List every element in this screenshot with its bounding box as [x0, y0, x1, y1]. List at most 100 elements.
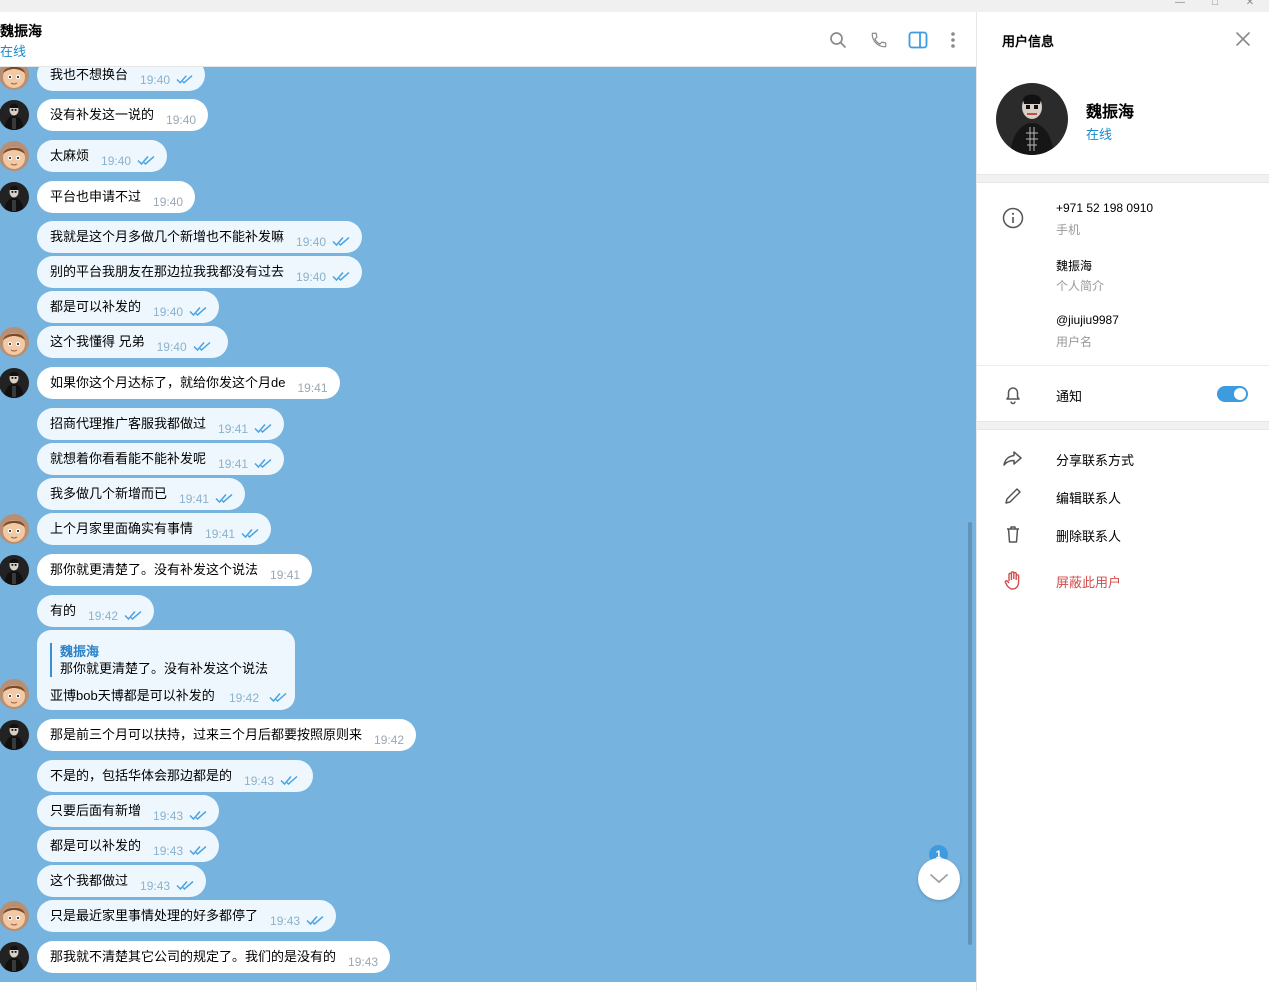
- section-divider: [977, 174, 1269, 183]
- scroll-down-button[interactable]: [918, 858, 960, 900]
- message-time: 19:40: [296, 270, 327, 284]
- reply-quote-text: 那你就更清楚了。没有补发这个说法: [60, 661, 269, 676]
- message-bubble[interactable]: 我就是这个月多做几个新增也不能补发嘛 19:40: [37, 221, 362, 253]
- message-bubble[interactable]: 那你就更清楚了。没有补发这个说法 19:41: [37, 554, 312, 586]
- divider: [977, 365, 1269, 366]
- message-text: 这个我懂得 兄弟: [50, 333, 145, 349]
- message-bubble[interactable]: 太麻烦 19:40: [37, 140, 167, 172]
- sidebar-toggle-icon[interactable]: [907, 29, 929, 51]
- phone-icon[interactable]: [868, 29, 890, 51]
- window-titlebar: — □ ✕: [0, 0, 1269, 12]
- message-text: 只要后面有新增: [50, 802, 142, 818]
- message-bubble[interactable]: 这个我懂得 兄弟 19:40: [37, 326, 228, 358]
- message-bubble[interactable]: 不是的，包括华体会那边都是的 19:43: [37, 760, 313, 792]
- profile-avatar[interactable]: [996, 83, 1068, 155]
- read-ticks-icon: [254, 423, 272, 434]
- message-text: 我多做几个新增而已: [50, 485, 168, 501]
- message-time: 19:41: [218, 457, 249, 471]
- contact-avatar[interactable]: [0, 182, 29, 212]
- message-time: 19:42: [88, 609, 119, 623]
- message-bubble[interactable]: 这个我都做过 19:43: [37, 865, 206, 897]
- message-time: 19:43: [153, 844, 184, 858]
- delete-contact-button[interactable]: 删除联系人: [1056, 526, 1121, 545]
- message-bubble[interactable]: 我多做几个新增而已 19:41: [37, 478, 245, 510]
- message-text: 都是可以补发的: [50, 298, 142, 314]
- search-icon[interactable]: [827, 29, 849, 51]
- message-bubble[interactable]: 招商代理推广客服我都做过 19:41: [37, 408, 284, 440]
- message-bubble[interactable]: 平台也申请不过 19:40: [37, 181, 195, 213]
- my-avatar[interactable]: [0, 901, 29, 931]
- message-text: 太麻烦: [50, 147, 90, 163]
- message-text: 平台也申请不过: [50, 188, 142, 204]
- my-avatar[interactable]: [0, 679, 29, 709]
- username-value[interactable]: @jiujiu9987: [1056, 313, 1119, 327]
- read-ticks-icon: [137, 155, 155, 166]
- message-bubble[interactable]: 那是前三个月可以扶持，过来三个月后都要按照原则来 19:42: [37, 719, 416, 751]
- maximize-button[interactable]: □: [1200, 0, 1230, 9]
- profile-status: 在线: [1086, 127, 1113, 142]
- section-divider: [977, 421, 1269, 430]
- window-close-button[interactable]: ✕: [1235, 0, 1265, 9]
- contact-avatar[interactable]: [0, 942, 29, 972]
- message-list[interactable]: 魏振海 那你就更清楚了。没有补发这个说法 亚博bob天博都是可以补发的 19:4…: [0, 67, 976, 982]
- read-ticks-icon: [189, 306, 207, 317]
- edit-contact-button[interactable]: 编辑联系人: [1056, 488, 1121, 507]
- read-ticks-icon: [189, 845, 207, 856]
- chevron-down-icon: [930, 874, 948, 884]
- message-bubble[interactable]: 那我就不清楚其它公司的规定了。我们的是没有的 19:43: [37, 941, 390, 973]
- trash-icon: [1007, 526, 1019, 543]
- message-text: 上个月家里面确实有事情: [50, 520, 194, 536]
- info-icon: [1002, 207, 1024, 229]
- message-bubble[interactable]: 别的平台我朋友在那边拉我我都没有过去 19:40: [37, 256, 362, 288]
- block-hand-icon: [1004, 571, 1020, 590]
- block-user-button[interactable]: 屏蔽此用户: [1056, 572, 1121, 591]
- chat-status: 在线: [0, 44, 27, 59]
- message-text: 有的: [50, 602, 77, 618]
- read-ticks-icon: [269, 692, 287, 703]
- message-text: 我就是这个月多做几个新增也不能补发嘛: [50, 228, 285, 244]
- message-bubble[interactable]: 上个月家里面确实有事情 19:41: [37, 513, 271, 545]
- message-bubble[interactable]: 都是可以补发的 19:43: [37, 830, 219, 862]
- contact-avatar[interactable]: [0, 720, 29, 750]
- reply-message-time: 19:42: [229, 691, 260, 705]
- message-text: 如果你这个月达标了，就给你发这个月de: [50, 374, 286, 390]
- read-ticks-icon: [124, 610, 142, 621]
- message-bubble[interactable]: 我也不想换台 19:40: [37, 67, 205, 91]
- message-text: 没有补发这一说的: [50, 106, 155, 122]
- read-ticks-icon: [332, 236, 350, 247]
- my-avatar[interactable]: [0, 67, 29, 90]
- chat-header: 魏振海 在线: [0, 12, 976, 67]
- message-text: 就想着你看看能不能补发呢: [50, 450, 207, 466]
- reply-message-bubble[interactable]: 魏振海 那你就更清楚了。没有补发这个说法 亚博bob天博都是可以补发的 19:4…: [37, 630, 295, 710]
- phone-label: 手机: [1056, 223, 1081, 237]
- reply-quote[interactable]: 魏振海 那你就更清楚了。没有补发这个说法: [50, 643, 268, 677]
- minimize-button[interactable]: —: [1165, 0, 1195, 9]
- message-text: 不是的，包括华体会那边都是的: [50, 767, 233, 783]
- notifications-toggle[interactable]: [1217, 386, 1248, 402]
- my-avatar[interactable]: [0, 327, 29, 357]
- message-bubble[interactable]: 只是最近家里事情处理的好多都停了 19:43: [37, 900, 336, 932]
- message-bubble[interactable]: 都是可以补发的 19:40: [37, 291, 219, 323]
- message-bubble[interactable]: 有的 19:42: [37, 595, 154, 627]
- contact-avatar[interactable]: [0, 368, 29, 398]
- share-contact-button[interactable]: 分享联系方式: [1056, 450, 1134, 469]
- read-ticks-icon: [176, 75, 193, 84]
- contact-avatar[interactable]: [0, 100, 29, 130]
- message-text: 这个我都做过: [50, 872, 129, 888]
- chat-scrollbar[interactable]: [968, 522, 972, 945]
- my-avatar[interactable]: [0, 514, 29, 544]
- message-text: 那是前三个月可以扶持，过来三个月后都要按照原则来: [50, 726, 363, 742]
- close-icon[interactable]: [1232, 28, 1254, 50]
- bio-value[interactable]: 魏振海: [1056, 257, 1092, 274]
- phone-number[interactable]: +971 52 198 0910: [1056, 201, 1153, 215]
- message-bubble[interactable]: 如果你这个月达标了，就给你发这个月de 19:41: [37, 367, 340, 399]
- share-icon: [1003, 451, 1022, 466]
- contact-avatar[interactable]: [0, 555, 29, 585]
- chat-title[interactable]: 魏振海: [0, 21, 42, 41]
- message-bubble[interactable]: 没有补发这一说的 19:40: [37, 99, 208, 131]
- message-bubble[interactable]: 就想着你看看能不能补发呢 19:41: [37, 443, 284, 475]
- message-bubble[interactable]: 只要后面有新增 19:43: [37, 795, 219, 827]
- notifications-label[interactable]: 通知: [1056, 386, 1082, 405]
- my-avatar[interactable]: [0, 141, 29, 171]
- more-icon[interactable]: [942, 29, 964, 51]
